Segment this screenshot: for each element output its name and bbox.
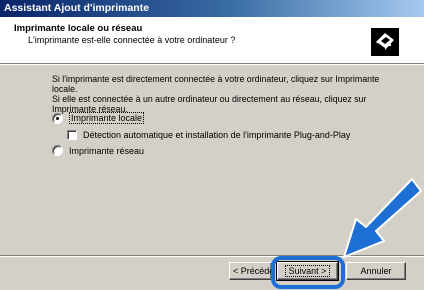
window-title: Assistant Ajout d'imprimante <box>4 2 150 14</box>
radio-local-printer[interactable]: Imprimante locale <box>52 112 145 124</box>
header-title: Imprimante locale ou réseau <box>14 23 143 34</box>
header-subtitle: L'imprimante est-elle connectée à votre … <box>28 35 236 45</box>
title-bar[interactable]: Assistant Ajout d'imprimante <box>0 0 424 17</box>
back-button-label: < Précéde <box>233 266 275 276</box>
back-button[interactable]: < Précéde <box>229 262 275 280</box>
checkbox-label[interactable]: Détection automatique et installation de… <box>83 130 350 140</box>
radio-network-label[interactable]: Imprimante réseau <box>69 146 144 156</box>
pointer-arrow-icon <box>343 178 422 258</box>
wizard-header: Imprimante locale ou réseau L'imprimante… <box>0 17 424 63</box>
description: Si l'imprimante est directement connecté… <box>52 74 382 114</box>
printer-wizard-icon <box>371 28 399 56</box>
radio-network-button[interactable] <box>52 145 63 156</box>
description-line: Si elle est connectée à un autre ordinat… <box>52 94 367 104</box>
radio-local-button[interactable] <box>52 112 63 124</box>
radio-network-printer[interactable]: Imprimante réseau <box>52 145 144 156</box>
description-line: Si l'imprimante est directement connecté… <box>52 74 380 94</box>
cancel-button-label: Annuler <box>360 266 392 276</box>
radio-local-label[interactable]: Imprimante locale <box>69 112 145 124</box>
checkbox-box[interactable] <box>67 130 77 140</box>
plug-and-play-checkbox[interactable]: Détection automatique et installation de… <box>67 130 350 140</box>
